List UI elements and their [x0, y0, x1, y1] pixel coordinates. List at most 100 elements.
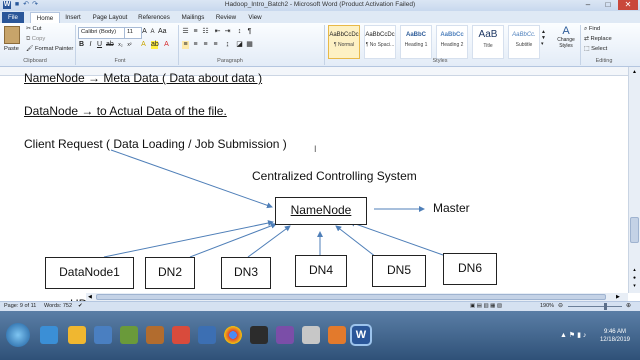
tab-page-layout[interactable]: Page Layout — [90, 12, 130, 23]
subscript-icon[interactable]: x₂ — [117, 41, 124, 49]
select-browse-object-icon[interactable]: ● — [630, 275, 639, 283]
decrease-indent-icon[interactable]: ⇤ — [214, 28, 221, 36]
align-right-icon[interactable]: ≡ — [202, 41, 209, 49]
shading-icon[interactable]: ◪ — [236, 41, 243, 49]
zoom-level[interactable]: 190% — [540, 303, 554, 309]
line-spacing-icon[interactable]: ↨ — [224, 41, 231, 49]
strikethrough-icon[interactable]: ab — [106, 41, 114, 49]
show-marks-icon[interactable]: ¶ — [246, 28, 253, 36]
media-player-icon[interactable] — [94, 326, 112, 344]
doc-line-namenode: NameNode → Meta Data ( Data about data ) — [24, 71, 263, 85]
change-styles-button[interactable]: A Change Styles — [554, 25, 578, 57]
find-button[interactable]: ⌕ Find — [584, 26, 600, 33]
style-subtitle[interactable]: AaBbCc. Subtitle — [508, 25, 540, 59]
minimize-button[interactable]: – — [578, 0, 598, 10]
highlight-icon[interactable]: ab — [151, 41, 159, 49]
bullets-icon[interactable]: ☰ — [182, 28, 189, 36]
mouse-cursor: I — [314, 144, 317, 154]
clock[interactable]: 9:46 AM 12/18/2019 — [600, 328, 630, 344]
justify-icon[interactable]: ≡ — [212, 41, 219, 49]
tray-icons[interactable]: ▲ ⚑ ▮ ♪ — [560, 331, 586, 339]
tab-view[interactable]: View — [244, 12, 266, 23]
status-bar: Page: 9 of 11 Words: 752 ✔ ▣ ▤ ▥ ▦ ▧ 190… — [0, 301, 640, 311]
increase-indent-icon[interactable]: ⇥ — [224, 28, 231, 36]
tab-review[interactable]: Review — [213, 12, 239, 23]
change-case-icon[interactable]: Aa — [158, 28, 167, 36]
align-left-icon[interactable]: ≡ — [182, 41, 189, 49]
app-icon-6[interactable] — [172, 326, 190, 344]
underline-icon[interactable]: U — [96, 41, 103, 49]
zoom-slider-handle[interactable] — [604, 303, 607, 310]
style-no-spacing[interactable]: AaBbCcDc ¶ No Spaci... — [364, 25, 396, 59]
clock-date: 12/18/2019 — [599, 337, 630, 343]
folder-icon[interactable] — [68, 326, 86, 344]
paste-icon[interactable] — [4, 26, 20, 44]
borders-icon[interactable]: ▦ — [246, 41, 253, 49]
app-icon-9[interactable] — [250, 326, 268, 344]
style-heading-1[interactable]: AaBbC Heading 1 — [400, 25, 432, 59]
page-count[interactable]: Page: 9 of 11 — [4, 303, 36, 309]
tab-file[interactable]: File — [2, 12, 24, 23]
app-icon-4[interactable] — [120, 326, 138, 344]
replace-button[interactable]: ⇄ Replace — [584, 36, 612, 42]
close-button[interactable]: ✕ — [618, 0, 638, 10]
maximize-button[interactable]: □ — [598, 0, 618, 10]
bold-icon[interactable]: B — [78, 41, 85, 49]
font-size-box[interactable]: 11 — [124, 27, 142, 39]
word-count[interactable]: Words: 752 — [44, 303, 72, 309]
numbering-icon[interactable]: ≡ — [192, 28, 199, 36]
vertical-scrollbar[interactable]: ▲ ▴ ● ▾ — [628, 67, 640, 293]
style-normal[interactable]: AaBbCcDc ¶ Normal — [328, 25, 360, 59]
shrink-font-icon[interactable]: A — [149, 28, 156, 36]
italic-icon[interactable]: I — [87, 41, 94, 49]
zoom-in-icon[interactable]: ⊕ — [626, 302, 631, 309]
font-color-icon[interactable]: A — [163, 41, 170, 49]
vertical-scroll-thumb[interactable] — [630, 217, 639, 243]
word-taskbar-icon[interactable]: W — [350, 324, 372, 346]
style-heading-2[interactable]: AaBbCc Heading 2 — [436, 25, 468, 59]
text-effects-icon[interactable]: A — [140, 41, 147, 49]
styles-scroll[interactable]: ▲ ▼ ▾ — [541, 29, 546, 47]
namenode-box: NameNode — [275, 197, 367, 225]
horizontal-scrollbar[interactable]: ◀ ▶ — [86, 293, 628, 301]
scissors-icon: ✂ — [26, 26, 31, 32]
tab-insert[interactable]: Insert — [62, 12, 84, 23]
doc-line-datanode: DataNode → to Actual Data of the file. — [24, 104, 227, 118]
align-center-icon[interactable]: ≡ — [192, 41, 199, 49]
proofing-icon[interactable]: ✔ — [78, 303, 83, 309]
select-button[interactable]: ⬚ Select — [584, 46, 607, 52]
format-painter-button[interactable]: 🖌 Format Painter — [26, 46, 73, 52]
style-title[interactable]: AaB Title — [472, 25, 504, 59]
ie-icon[interactable] — [40, 326, 58, 344]
zoom-slider[interactable] — [568, 306, 622, 307]
scroll-right-icon[interactable]: ▶ — [616, 294, 624, 300]
copy-button[interactable]: ⧉ Copy — [26, 36, 45, 43]
scroll-left-icon[interactable]: ◀ — [88, 294, 96, 300]
cut-button[interactable]: ✂ Cut — [26, 26, 42, 32]
paste-button[interactable]: Paste — [4, 46, 19, 52]
app-icon-5[interactable] — [146, 326, 164, 344]
scroll-up-icon[interactable]: ▲ — [630, 69, 639, 77]
prev-page-icon[interactable]: ▴ — [630, 267, 639, 275]
app-icon-11[interactable] — [302, 326, 320, 344]
document-page[interactable]: NameNode → Meta Data ( Data about data )… — [0, 71, 628, 311]
datanode-box-4: DN4 — [295, 255, 347, 287]
zoom-out-icon[interactable]: ⊖ — [558, 302, 563, 309]
app-icon-7[interactable] — [198, 326, 216, 344]
view-buttons[interactable]: ▣ ▤ ▥ ▦ ▧ — [470, 303, 502, 309]
grow-font-icon[interactable]: A — [141, 28, 148, 36]
start-button[interactable] — [6, 323, 30, 347]
copy-icon: ⧉ — [26, 36, 31, 42]
app-icon-12[interactable] — [328, 326, 346, 344]
sort-icon[interactable]: ↕ — [236, 28, 243, 36]
clipboard-group-label: Clipboard — [23, 58, 47, 64]
horizontal-scroll-thumb[interactable] — [96, 294, 606, 300]
tab-mailings[interactable]: Mailings — [178, 12, 208, 23]
app-icon-10[interactable] — [276, 326, 294, 344]
superscript-icon[interactable]: x² — [126, 41, 133, 49]
next-page-icon[interactable]: ▾ — [630, 283, 639, 291]
multilevel-list-icon[interactable]: ☷ — [202, 28, 209, 36]
font-name-box[interactable]: Calibri (Body) — [78, 27, 126, 39]
tab-references[interactable]: References — [135, 12, 173, 23]
chrome-icon[interactable] — [224, 326, 242, 344]
